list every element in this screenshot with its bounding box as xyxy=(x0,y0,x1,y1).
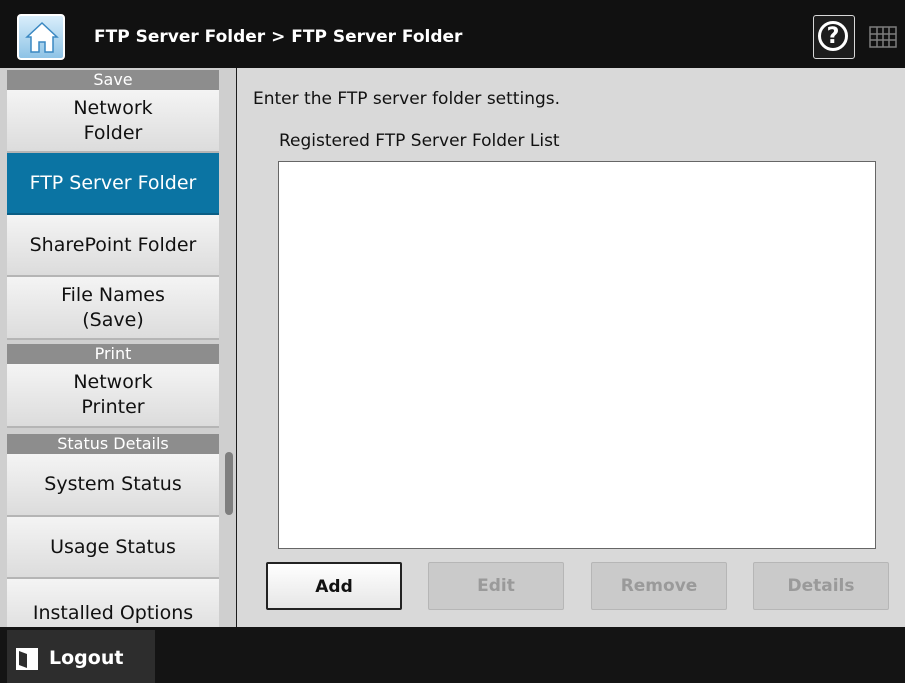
sidebar-item-file-names-save[interactable]: File Names (Save) xyxy=(7,277,219,340)
ftp-folder-list[interactable] xyxy=(278,161,876,549)
logout-button[interactable]: Logout xyxy=(7,630,155,683)
sidebar-section-save: Save xyxy=(7,70,219,90)
page-title: FTP Server Folder > FTP Server Folder xyxy=(94,27,463,47)
edit-button[interactable]: Edit xyxy=(428,562,564,610)
instruction-text: Enter the FTP server folder settings. xyxy=(253,89,561,109)
sidebar-item-network-printer[interactable]: Network Printer xyxy=(7,364,219,428)
home-button[interactable] xyxy=(17,14,65,60)
sidebar-item-network-folder[interactable]: Network Folder xyxy=(7,90,219,153)
logout-label: Logout xyxy=(49,647,124,669)
keyboard-button[interactable] xyxy=(860,15,900,59)
sidebar-scroll-thumb[interactable] xyxy=(225,452,233,515)
logout-icon xyxy=(16,648,38,670)
sidebar-item-label: Usage Status xyxy=(50,535,176,558)
details-button[interactable]: Details xyxy=(753,562,889,610)
sidebar-scrollbar[interactable] xyxy=(219,68,236,627)
sidebar-item-label: Network Printer xyxy=(73,371,153,418)
sidebar-item-sharepoint-folder[interactable]: SharePoint Folder xyxy=(7,215,219,277)
sidebar-section-status-details: Status Details xyxy=(7,434,219,454)
sidebar-item-label: SharePoint Folder xyxy=(29,233,197,256)
sidebar-item-label: FTP Server Folder xyxy=(29,171,197,194)
keyboard-icon xyxy=(869,26,897,48)
sidebar-item-label: Network Folder xyxy=(73,96,153,144)
sidebar-item-installed-options[interactable]: Installed Options xyxy=(7,579,219,627)
sidebar-item-ftp-server-folder[interactable]: FTP Server Folder xyxy=(7,153,219,215)
sidebar-section-print: Print xyxy=(7,344,219,364)
sidebar-item-system-status[interactable]: System Status xyxy=(7,454,219,517)
list-label: Registered FTP Server Folder List xyxy=(279,131,560,151)
add-button[interactable]: Add xyxy=(266,562,402,610)
sidebar-item-label: System Status xyxy=(44,473,182,495)
help-icon: ? xyxy=(818,21,848,51)
help-button[interactable]: ? xyxy=(813,15,855,59)
sidebar-item-label: Installed Options xyxy=(32,602,194,624)
sidebar: Save Network Folder FTP Server Folder Sh… xyxy=(0,68,219,627)
sidebar-item-label: File Names (Save) xyxy=(61,283,165,331)
remove-button[interactable]: Remove xyxy=(591,562,727,610)
home-icon xyxy=(25,21,59,53)
sidebar-item-usage-status[interactable]: Usage Status xyxy=(7,517,219,579)
